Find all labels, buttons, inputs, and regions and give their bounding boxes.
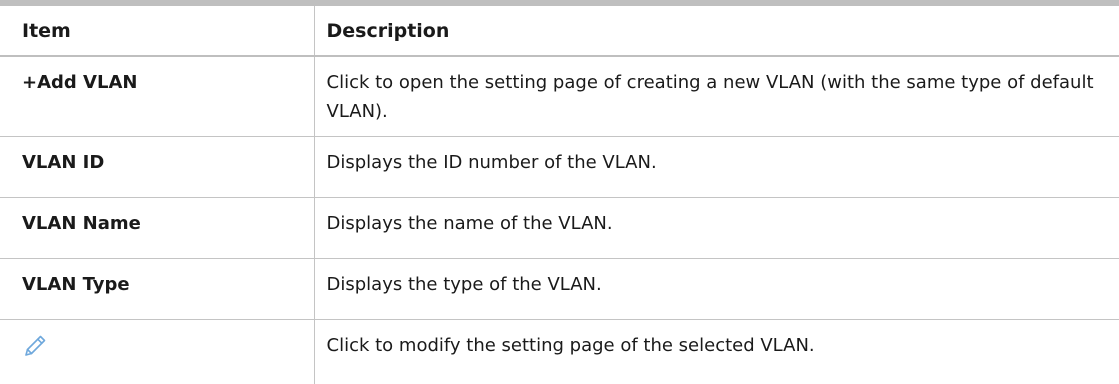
row-description: Click to open the setting page of creati… — [313, 56, 1119, 137]
table-row: VLAN ID Displays the ID number of the VL… — [0, 136, 1119, 198]
row-description: Displays the type of the VLAN. — [313, 258, 1119, 320]
pencil-edit-icon — [22, 333, 48, 359]
table-row: Click to modify the setting page of the … — [0, 319, 1119, 384]
table-row: VLAN Type Displays the type of the VLAN. — [0, 258, 1119, 320]
table-header-row: Item Description — [0, 3, 1119, 57]
header-item: Item — [0, 3, 314, 57]
description-table: Item Description +Add VLAN Click to open… — [0, 0, 1119, 384]
row-item-vlan-type: VLAN Type — [0, 258, 314, 320]
row-description: Click to modify the setting page of the … — [313, 319, 1119, 384]
row-description: Displays the name of the VLAN. — [313, 197, 1119, 259]
row-item-add-vlan: +Add VLAN — [0, 56, 314, 137]
row-item-vlan-name: VLAN Name — [0, 197, 314, 259]
row-description: Displays the ID number of the VLAN. — [313, 136, 1119, 198]
row-item-edit — [0, 319, 314, 384]
table-row: +Add VLAN Click to open the setting page… — [0, 56, 1119, 137]
row-item-vlan-id: VLAN ID — [0, 136, 314, 198]
table-row: VLAN Name Displays the name of the VLAN. — [0, 197, 1119, 259]
header-description: Description — [313, 3, 1119, 57]
